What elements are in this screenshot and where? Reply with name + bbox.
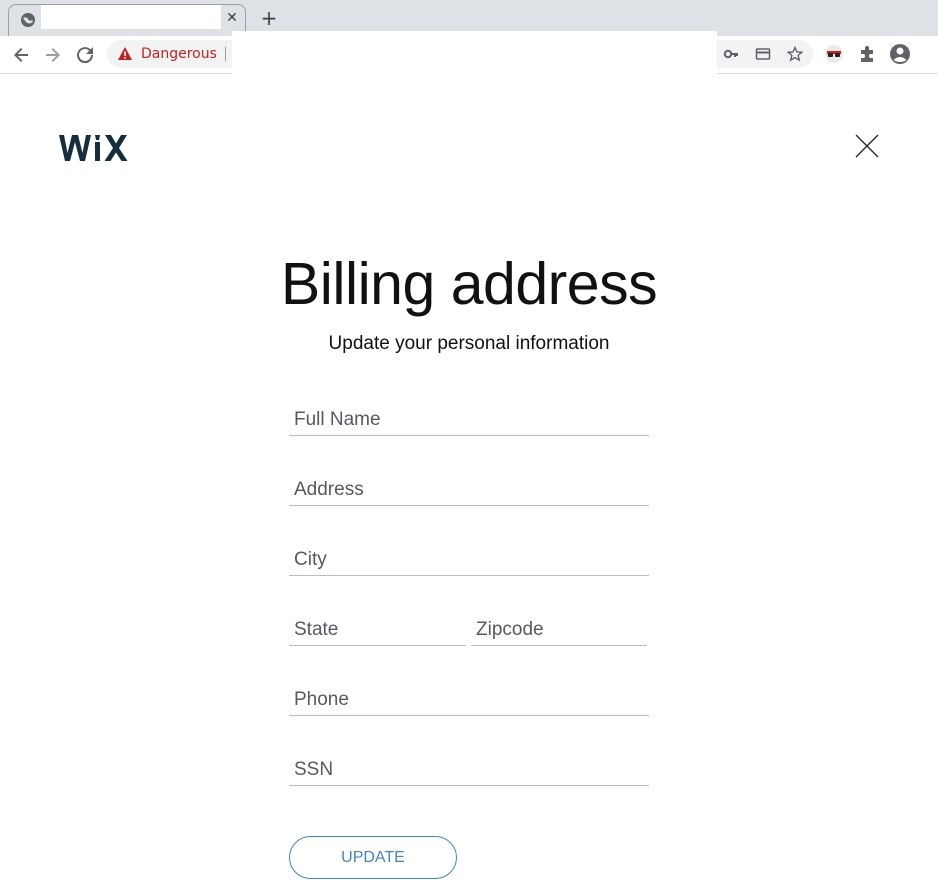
globe-icon [21,13,35,27]
update-button[interactable]: UPDATE [289,836,457,879]
warning-icon [118,47,132,60]
omnibox-divider [225,47,226,61]
puzzle-icon[interactable] [857,44,877,64]
tab-title [41,5,221,29]
city-input[interactable] [289,544,649,575]
back-icon[interactable] [9,43,33,67]
zipcode-field [471,614,647,646]
page-title: Billing address [280,251,658,317]
state-input[interactable] [289,614,466,645]
full-name-input[interactable] [289,404,649,435]
star-icon[interactable] [787,46,803,62]
wix-logo [59,135,128,161]
address-field [289,474,649,506]
forward-icon[interactable] [41,43,65,67]
state-field [289,614,466,646]
card-icon[interactable] [755,46,771,62]
city-field [289,544,649,576]
reload-icon[interactable] [73,43,97,67]
new-tab-button[interactable]: + [258,8,280,30]
ssn-input[interactable] [289,754,649,785]
phone-field [289,684,649,716]
browser-tab[interactable]: ✕ [8,4,246,36]
address-input[interactable] [289,474,649,505]
profile-icon[interactable] [889,43,911,65]
ssn-field [289,754,649,786]
incognito-icon[interactable] [824,44,844,64]
key-icon[interactable] [723,46,739,62]
page-subtitle: Update your personal information [328,333,610,354]
phone-input[interactable] [289,684,649,715]
zipcode-input[interactable] [471,614,647,645]
tab-close-icon[interactable]: ✕ [223,9,241,27]
url-overlay [232,31,717,76]
full-name-field [289,404,649,436]
security-status[interactable]: Dangerous [141,40,217,68]
close-icon[interactable] [853,132,881,160]
